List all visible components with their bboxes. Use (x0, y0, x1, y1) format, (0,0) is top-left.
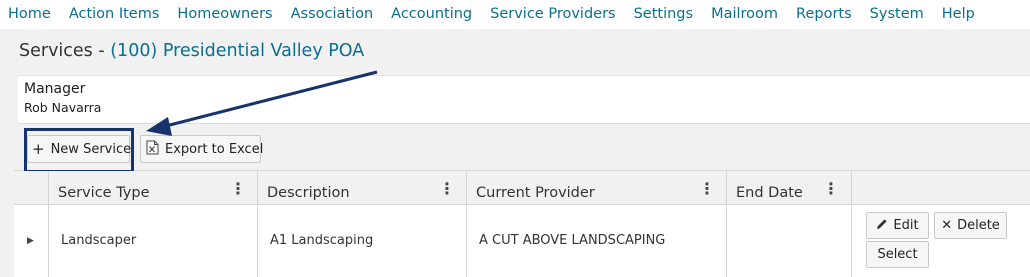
annotation-highlight-box (24, 128, 134, 173)
nav-reports[interactable]: Reports (796, 6, 852, 22)
column-menu-icon[interactable]: ⋮ (823, 181, 839, 197)
column-header-end-date[interactable]: End Date (736, 185, 803, 201)
edit-label: Edit (893, 218, 919, 233)
column-menu-icon[interactable]: ⋮ (439, 181, 455, 197)
column-divider (466, 205, 467, 277)
cell-description: A1 Landscaping (270, 233, 374, 248)
export-to-excel-button[interactable]: Export to Excel (140, 135, 264, 163)
nav-mailroom[interactable]: Mailroom (711, 6, 778, 22)
column-header-current-provider[interactable]: Current Provider (476, 185, 595, 201)
manager-panel (18, 75, 1030, 124)
cell-current-provider: A CUT ABOVE LANDSCAPING (479, 233, 666, 248)
nav-home[interactable]: Home (8, 6, 51, 22)
nav-settings[interactable]: Settings (634, 6, 693, 22)
column-divider (48, 205, 49, 277)
column-divider (851, 205, 852, 277)
nav-help[interactable]: Help (942, 6, 975, 22)
column-menu-icon[interactable]: ⋮ (699, 181, 715, 197)
column-header-service-type[interactable]: Service Type (58, 185, 150, 201)
column-header-description[interactable]: Description (267, 185, 350, 201)
page-title: Services - (100) Presidential Valley POA (19, 41, 364, 61)
nav-system[interactable]: System (870, 6, 924, 22)
manager-name: Rob Navarra (24, 100, 102, 115)
excel-icon (146, 140, 159, 158)
manager-label: Manager (24, 81, 86, 97)
column-divider (257, 205, 258, 277)
nav-association[interactable]: Association (291, 6, 374, 22)
page-title-prefix: Services - (19, 41, 111, 61)
nav-accounting[interactable]: Accounting (391, 6, 472, 22)
nav-service-providers[interactable]: Service Providers (490, 6, 615, 22)
select-button[interactable]: Select (866, 241, 929, 268)
association-link[interactable]: (100) Presidential Valley POA (110, 41, 364, 61)
column-menu-icon[interactable]: ⋮ (230, 181, 246, 197)
select-label: Select (877, 247, 918, 262)
export-label: Export to Excel (165, 141, 264, 157)
delete-button[interactable]: ✕ Delete (934, 212, 1007, 239)
nav-action-items[interactable]: Action Items (69, 6, 160, 22)
nav-homeowners[interactable]: Homeowners (177, 6, 272, 22)
expand-row-icon[interactable]: ▶ (27, 236, 34, 246)
close-icon: ✕ (941, 218, 953, 233)
cell-service-type: Landscaper (61, 233, 137, 248)
edit-button[interactable]: Edit (866, 212, 929, 239)
column-divider (726, 205, 727, 277)
top-nav: Home Action Items Homeowners Association… (0, 0, 1030, 28)
pencil-icon (876, 218, 888, 234)
delete-label: Delete (957, 218, 1000, 233)
